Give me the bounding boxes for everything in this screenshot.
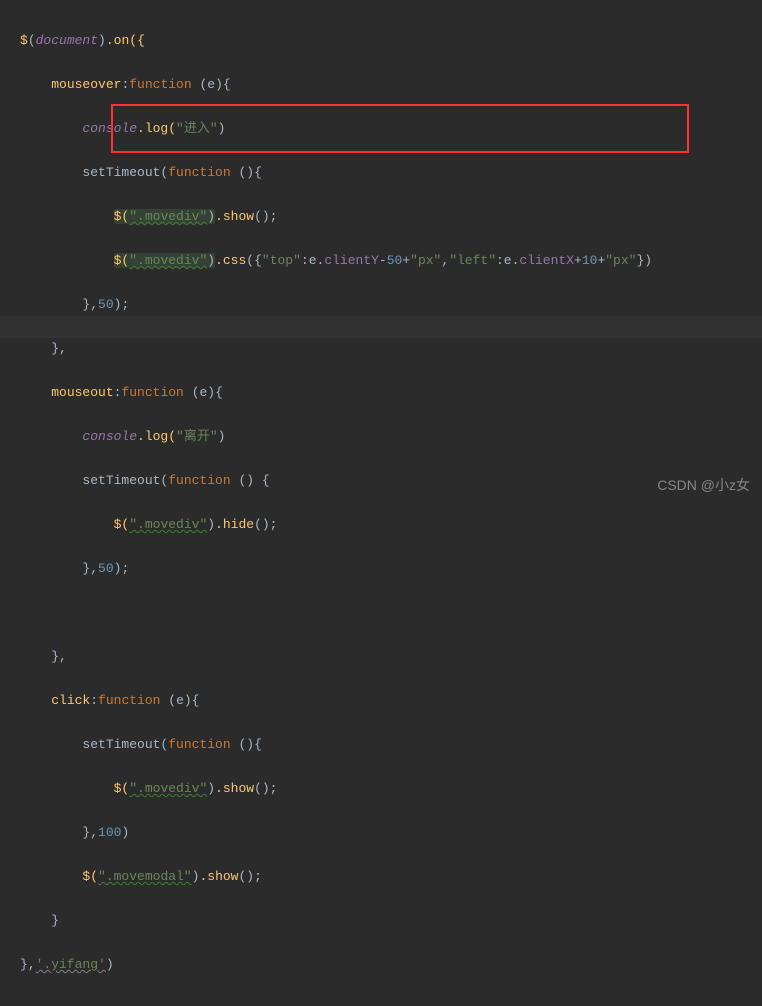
code-line: $(".movediv").css({"top":e.clientY-50+"p…: [20, 250, 762, 272]
code-line: }: [20, 910, 762, 932]
code-line: $(".movediv").hide();: [20, 514, 762, 536]
code-line: $(".movediv").show();: [20, 206, 762, 228]
code-line: setTimeout(function (){: [20, 162, 762, 184]
code-line: $(".movemodal").show();: [20, 866, 762, 888]
code-line: },: [20, 646, 762, 668]
code-line: },50);: [20, 558, 762, 580]
code-line: $(".movediv").show();: [20, 778, 762, 800]
code-line: },100): [20, 822, 762, 844]
code-line: mouseover:function (e){: [20, 74, 762, 96]
code-line: [20, 602, 762, 624]
code-block: $(document).on({ mouseover:function (e){…: [0, 0, 762, 1006]
code-line: },: [20, 338, 762, 360]
code-line: mouseout:function (e){: [20, 382, 762, 404]
code-line: console.log("进入"): [20, 118, 762, 140]
watermark-text: CSDN @小z女: [657, 474, 750, 496]
code-line: $(document).on({: [20, 30, 762, 52]
code-line: },'.yifang'): [20, 954, 762, 976]
code-line: },50);: [20, 294, 762, 316]
code-line: setTimeout(function () {: [20, 470, 762, 492]
code-line: click:function (e){: [20, 690, 762, 712]
code-line: console.log("离开"): [20, 426, 762, 448]
code-line: setTimeout(function (){: [20, 734, 762, 756]
